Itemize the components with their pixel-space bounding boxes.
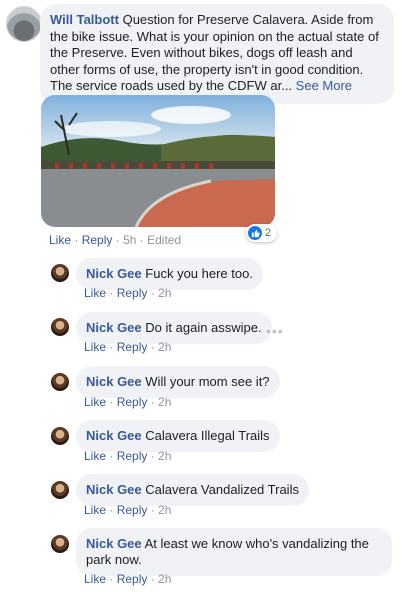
like-link[interactable]: Like [84, 449, 106, 463]
reply-bubble: Nick Gee Calavera Vandalized Trails [76, 474, 309, 506]
reply-author[interactable]: Nick Gee [86, 320, 142, 335]
see-more-link[interactable]: See More [296, 78, 352, 93]
timestamp[interactable]: 2h [158, 286, 171, 300]
reply-text: Fuck you here too. [145, 266, 253, 281]
reply-actions: Like · Reply · 2h [84, 395, 172, 409]
like-link[interactable]: Like [84, 286, 106, 300]
timestamp[interactable]: 5h [123, 233, 136, 247]
comment-actions: Like · Reply · 5h · Edited [49, 233, 182, 247]
reply-author[interactable]: Nick Gee [86, 374, 142, 389]
avatar[interactable] [51, 318, 69, 336]
reply-link[interactable]: Reply [117, 286, 148, 300]
timestamp[interactable]: 2h [158, 572, 171, 586]
like-link[interactable]: Like [84, 503, 106, 517]
reply-author[interactable]: Nick Gee [86, 482, 142, 497]
timestamp[interactable]: 2h [158, 449, 171, 463]
more-options-icon[interactable]: ••• [266, 323, 284, 339]
edited-label[interactable]: Edited [147, 233, 181, 247]
avatar[interactable] [51, 481, 69, 499]
reply-link[interactable]: Reply [117, 503, 148, 517]
reaction-count-badge[interactable]: 2 [246, 224, 278, 242]
avatar[interactable] [6, 6, 42, 42]
reply-bubble: Nick Gee At least we know who's vandaliz… [76, 528, 392, 576]
reply-link[interactable]: Reply [117, 449, 148, 463]
reaction-count: 2 [265, 227, 272, 239]
reply-actions: Like · Reply · 2h [84, 286, 172, 300]
reply-author[interactable]: Nick Gee [86, 428, 142, 443]
reply-text: Do it again asswipe. [145, 320, 262, 335]
reply-actions: Like · Reply · 2h [84, 449, 172, 463]
reply-actions: Like · Reply · 2h [84, 572, 172, 586]
reply-link[interactable]: Reply [82, 233, 113, 247]
timestamp[interactable]: 2h [158, 503, 171, 517]
like-icon [248, 226, 262, 240]
reply-actions: Like · Reply · 2h [84, 503, 172, 517]
reply-link[interactable]: Reply [117, 572, 148, 586]
reply-author[interactable]: Nick Gee [86, 536, 142, 551]
reply-text: Will your mom see it? [145, 374, 270, 389]
avatar[interactable] [51, 535, 69, 553]
reply-text: Calavera Vandalized Trails [145, 482, 299, 497]
timestamp[interactable]: 2h [158, 395, 171, 409]
like-link[interactable]: Like [84, 572, 106, 586]
reply-link[interactable]: Reply [117, 395, 148, 409]
comment-author[interactable]: Will Talbott [50, 12, 119, 27]
reply-bubble: Nick Gee Calavera Illegal Trails [76, 420, 280, 452]
reply-author[interactable]: Nick Gee [86, 266, 142, 281]
comment-bubble: Will Talbott Question for Preserve Calav… [40, 4, 394, 104]
reply-bubble: Nick Gee Will your mom see it? [76, 366, 280, 398]
reply-actions: Like · Reply · 2h [84, 340, 172, 354]
comment-photo[interactable] [41, 95, 275, 227]
reply-text: Calavera Illegal Trails [145, 428, 270, 443]
avatar[interactable] [51, 427, 69, 445]
like-link[interactable]: Like [84, 395, 106, 409]
reply-link[interactable]: Reply [117, 340, 148, 354]
avatar[interactable] [51, 264, 69, 282]
avatar[interactable] [51, 373, 69, 391]
timestamp[interactable]: 2h [158, 340, 171, 354]
like-link[interactable]: Like [84, 340, 106, 354]
like-link[interactable]: Like [49, 233, 71, 247]
